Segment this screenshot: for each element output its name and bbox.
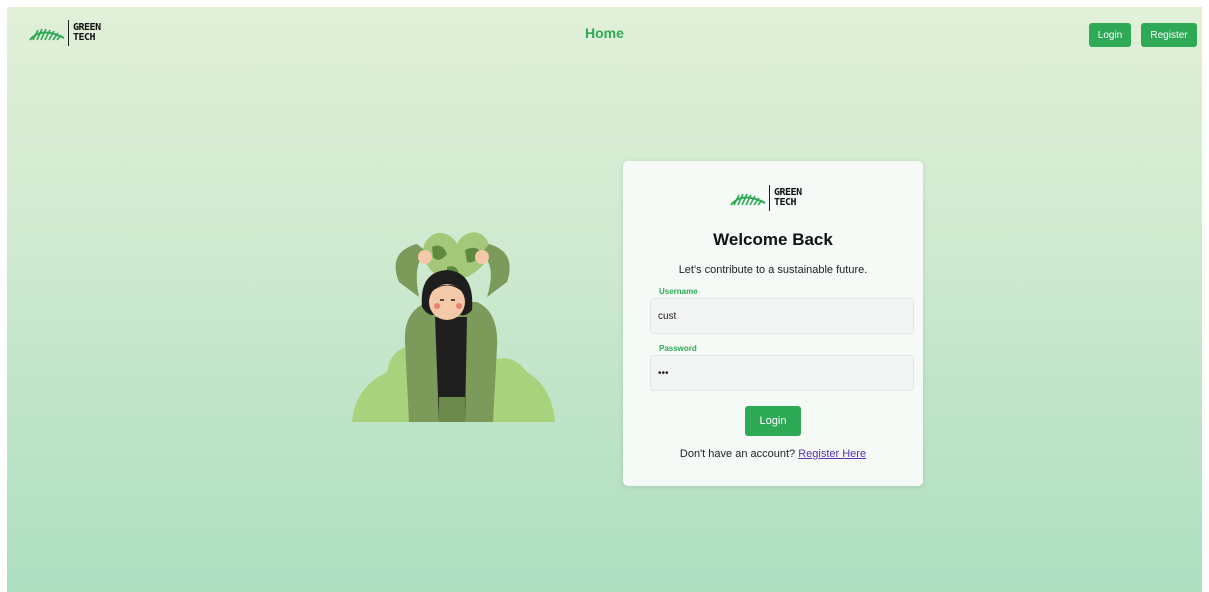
register-prompt-text: Don't have an account? — [679, 448, 796, 460]
username-input[interactable] — [650, 298, 914, 334]
logo-divider — [769, 185, 770, 211]
login-button[interactable]: Login — [745, 406, 801, 436]
login-subtitle: Let's contribute to a sustainable future… — [678, 264, 868, 276]
logo-line2: TECH — [774, 197, 797, 208]
logo-line2: TECH — [73, 32, 96, 43]
logo-wordmark: GREEN TECH — [774, 188, 802, 208]
login-title: Welcome Back — [713, 230, 833, 249]
login-card: GREEN TECH Welcome Back Let's contribute… — [623, 161, 923, 486]
header-login-button[interactable]: Login — [1089, 23, 1131, 47]
password-input[interactable] — [650, 355, 914, 391]
nav-home-link[interactable]: Home — [585, 25, 624, 41]
register-prompt: Don't have an account? Register Here — [623, 448, 923, 460]
logo-divider — [68, 20, 69, 46]
username-label: Username — [659, 287, 698, 296]
card-logo: GREEN TECH — [730, 185, 802, 211]
header-logo[interactable]: GREEN TECH — [29, 20, 101, 46]
page: GREEN TECH Home Login Register GREEN TEC… — [7, 7, 1202, 592]
logo-wordmark: GREEN TECH — [73, 23, 101, 43]
green-tech-logo-icon — [730, 193, 766, 206]
header-register-button[interactable]: Register — [1141, 23, 1197, 47]
register-here-link[interactable]: Register Here — [798, 448, 866, 460]
password-label: Password — [659, 344, 697, 353]
woman-holding-globe-illustration — [352, 232, 555, 422]
green-tech-logo-icon — [29, 28, 65, 41]
